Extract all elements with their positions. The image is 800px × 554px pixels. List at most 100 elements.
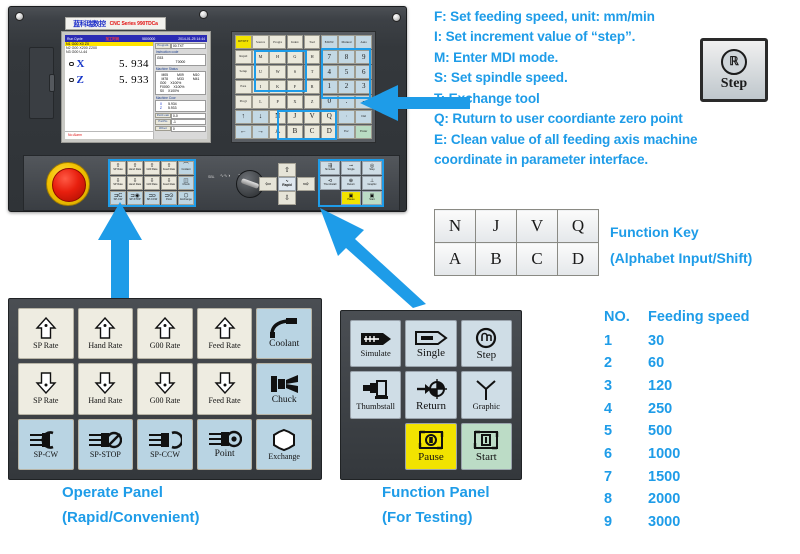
- key-esc[interactable]: Esc: [338, 124, 355, 139]
- function-key-single[interactable]: Single: [405, 320, 457, 368]
- function-key-simulate[interactable]: Simulate: [350, 320, 402, 368]
- coord-value: 5.933: [167, 105, 177, 110]
- key-enter[interactable]: Enter: [355, 124, 372, 139]
- dial-knob[interactable]: [240, 178, 260, 189]
- jog-left-button[interactable]: ⇦: [259, 177, 277, 191]
- operate-key-hand-rate-up[interactable]: Hand Rate: [77, 308, 134, 360]
- spindle-label-icon: SBL: [208, 175, 215, 179]
- operate-key-label: G00 Rate: [149, 341, 181, 351]
- arrow-down-dot-icon: [154, 372, 176, 395]
- part-no-label: PartNo: [154, 119, 171, 125]
- spindle-cw-icon: [29, 431, 54, 449]
- key-arrow-down[interactable]: ↓: [252, 109, 269, 125]
- operate-key-label: Point: [214, 449, 235, 460]
- operate-key-chuck[interactable]: Chuck: [256, 363, 312, 415]
- function-key-thumbstall[interactable]: Thumbstall: [350, 371, 402, 419]
- exchange-gear-icon: [273, 428, 296, 451]
- screen-worktime-value: 5800000: [142, 36, 156, 41]
- operate-key-point[interactable]: Point: [196, 418, 253, 470]
- fkey-v[interactable]: V: [516, 209, 558, 243]
- function-key-start[interactable]: Start: [460, 422, 512, 470]
- screw-icon: [392, 13, 401, 22]
- function-key-label: Step: [476, 348, 497, 361]
- screen-mode-label: Run Cycle: [67, 36, 83, 41]
- function-key-label: Simulate: [360, 347, 391, 358]
- arrow-to-operate-panel: [98, 202, 142, 300]
- key-index[interactable]: Index: [286, 35, 304, 50]
- operate-key-g00-rate-down[interactable]: G00 Rate: [137, 363, 193, 415]
- function-panel-caption-line1: Function Panel: [382, 484, 490, 501]
- arrow-up-dot-icon: [154, 317, 176, 339]
- operate-key-label: SP Rate: [33, 341, 59, 351]
- side-access-door[interactable]: [29, 47, 55, 119]
- key-x[interactable]: X: [286, 94, 304, 110]
- key-reset[interactable]: RESET: [235, 35, 252, 50]
- operate-key-sp-cw[interactable]: SP-CW: [18, 418, 74, 470]
- operate-key-sp-stop[interactable]: SP-STOP: [77, 418, 134, 470]
- key-p[interactable]: P: [269, 94, 286, 110]
- key-arrow-right[interactable]: →: [252, 124, 269, 139]
- emergency-stop-inner[interactable]: [52, 168, 86, 202]
- status-m-code: M41: [192, 76, 200, 81]
- function-key-step[interactable]: Step: [460, 320, 512, 368]
- jog-up-button[interactable]: ⇧: [278, 163, 296, 177]
- key-slash[interactable]: /: [338, 109, 355, 125]
- screen-side-panel: Program 00.TXT Instruction code G53 T000…: [153, 42, 207, 139]
- rapid-button[interactable]: ∿ Rapid: [278, 177, 296, 191]
- operate-key-exchange[interactable]: Exchange: [256, 418, 312, 470]
- fkey-q[interactable]: Q: [557, 209, 599, 243]
- fkey-n[interactable]: N: [434, 209, 476, 243]
- key-source[interactable]: Source: [252, 35, 269, 50]
- highlight-function-keys: [277, 110, 337, 140]
- operate-key-sp-rate-down[interactable]: SP Rate: [18, 363, 74, 415]
- thumbstall-icon: [362, 380, 388, 400]
- key-setup[interactable]: Setup: [235, 64, 252, 80]
- function-key-graphic[interactable]: Graphic: [460, 371, 512, 419]
- operate-panel-caption: Operate Panel (Rapid/Convenient): [62, 484, 200, 534]
- speed-table-row: 1 30: [604, 333, 750, 349]
- speed-table-row: 8 2000: [604, 492, 750, 507]
- part-no-value: -1: [170, 119, 206, 125]
- operate-key-feed-rate-up[interactable]: Feed Rate: [196, 308, 253, 360]
- operate-key-label: Feed Rate: [208, 396, 241, 406]
- step-button-illustration[interactable]: ℝ Step: [700, 38, 768, 102]
- fkey-c[interactable]: C: [516, 242, 558, 276]
- fkey-b[interactable]: B: [475, 242, 517, 276]
- key-program[interactable]: Progra: [269, 35, 286, 50]
- operate-key-sp-ccw[interactable]: SP-CCW: [137, 418, 193, 470]
- operate-key-sp-rate-up[interactable]: SP Rate: [18, 308, 74, 360]
- jog-down-button[interactable]: ⇩: [278, 191, 296, 205]
- simulate-arrow-icon: [360, 332, 391, 345]
- offset-label: Offset: [154, 125, 171, 132]
- operate-key-hand-rate-down[interactable]: Hand Rate: [77, 363, 134, 415]
- legend-line-t: T: Exchange tool: [434, 90, 540, 106]
- operate-key-g00-rate-up[interactable]: G00 Rate: [137, 308, 193, 360]
- key-rapid[interactable]: Rapid: [235, 49, 252, 65]
- device-lower-panel: ⇧ SP Rate ⇧ Hand Rate ⇧ G00 Rate ⇧ Feed Rate…: [23, 155, 400, 211]
- key-progr[interactable]: Progr: [235, 94, 252, 110]
- key-para[interactable]: Para: [235, 79, 252, 95]
- operate-key-label: SP-CCW: [150, 449, 180, 459]
- door-handle[interactable]: [49, 74, 55, 92]
- operate-key-coolant[interactable]: Coolant: [256, 308, 312, 360]
- speed-row-no: 9: [604, 514, 613, 530]
- key-arrow-left[interactable]: ←: [235, 124, 252, 139]
- function-key-pause[interactable]: Pause: [405, 422, 457, 470]
- key-arrow-up[interactable]: ↑: [235, 109, 252, 125]
- emergency-stop-button[interactable]: [46, 162, 90, 206]
- fkey-j[interactable]: J: [475, 209, 517, 243]
- function-panel-grid: Simulate Single Step Thumbstall Return G…: [350, 320, 512, 470]
- function-key-return[interactable]: Return: [405, 371, 457, 419]
- fkey-d[interactable]: D: [557, 242, 599, 276]
- key-z[interactable]: Z: [303, 94, 321, 110]
- fkey-a[interactable]: A: [434, 242, 476, 276]
- operate-key-label: SP Rate: [33, 396, 59, 406]
- key-l[interactable]: L: [252, 94, 269, 110]
- arrow-to-function-panel: [320, 208, 426, 308]
- function-key-caption: Function Key (Alphabet Input/Shift): [610, 224, 752, 276]
- operate-key-feed-rate-down[interactable]: Feed Rate: [196, 363, 253, 415]
- speed-row-no: 7: [604, 468, 613, 485]
- key-tool[interactable]: Tool: [303, 35, 321, 50]
- jog-right-button[interactable]: ⇨: [297, 177, 315, 191]
- table-row: N J V Q: [434, 209, 599, 243]
